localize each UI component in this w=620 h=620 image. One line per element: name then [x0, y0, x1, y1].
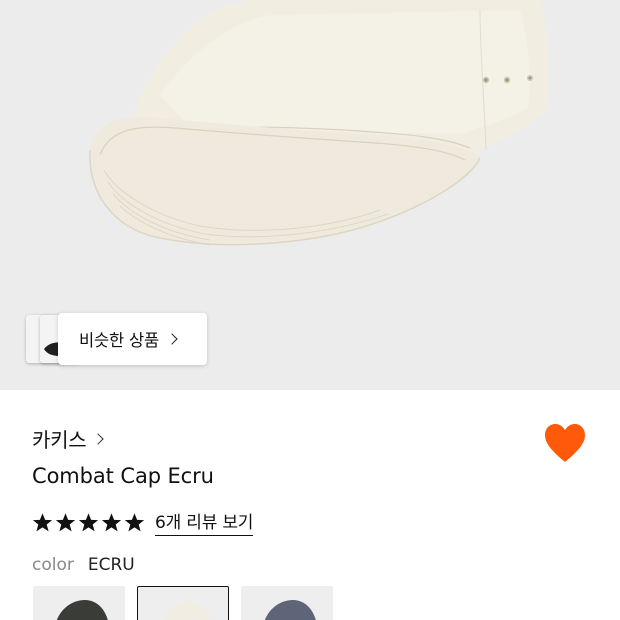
heart-icon[interactable] [543, 422, 587, 464]
color-swatch-dark-gray[interactable] [33, 586, 125, 620]
color-swatch-ecru[interactable] [137, 586, 229, 620]
color-label: color [32, 555, 74, 575]
star-icon [101, 512, 122, 531]
product-name: Combat Cap Ecru [32, 464, 214, 488]
color-swatches [33, 586, 333, 620]
chevron-right-icon [166, 333, 178, 345]
star-icon [78, 512, 99, 531]
star-icon [124, 512, 145, 531]
star-icon [55, 512, 76, 531]
star-rating [32, 512, 145, 533]
similar-products-button[interactable]: 비슷한 상품 [58, 313, 207, 365]
color-swatch-navy[interactable] [241, 586, 333, 620]
color-row: color ECRU [32, 555, 135, 575]
brand-name: 카키스 [32, 428, 87, 452]
brand-link[interactable]: 카키스 [32, 424, 104, 453]
chevron-right-icon [92, 433, 104, 445]
review-link[interactable]: 6개 리뷰 보기 [155, 508, 253, 536]
similar-products-label: 비슷한 상품 [79, 331, 159, 350]
rating-row: 6개 리뷰 보기 [32, 508, 253, 536]
color-value: ECRU [87, 555, 135, 575]
star-icon [32, 512, 53, 531]
